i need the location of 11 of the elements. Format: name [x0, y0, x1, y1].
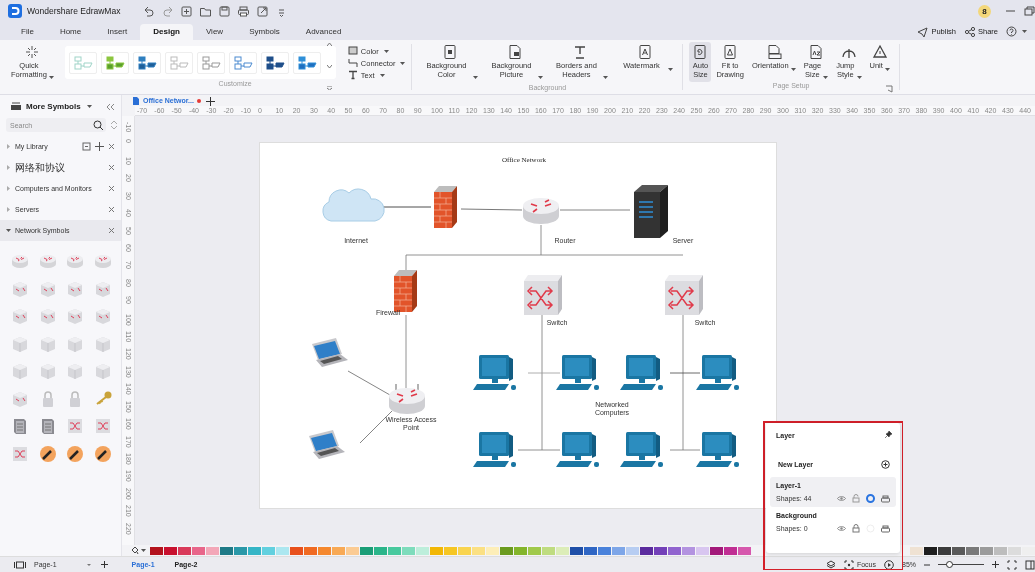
library-item[interactable]: 网络和协议	[0, 157, 121, 178]
menu-tab[interactable]: File	[8, 24, 47, 40]
menu-tab[interactable]: Design	[140, 24, 193, 40]
menu-tab[interactable]: Insert	[94, 24, 141, 40]
notification-badge[interactable]: 8	[978, 4, 991, 18]
panel-title[interactable]: More Symbols	[26, 101, 81, 111]
app-title: Wondershare EdrawMax	[27, 6, 121, 16]
menu-tab[interactable]: View	[192, 24, 237, 40]
menu-tab[interactable]: Home	[46, 24, 95, 40]
menu-tab[interactable]: Advanced	[292, 24, 355, 40]
menu-tab[interactable]: Symbols	[236, 24, 293, 40]
